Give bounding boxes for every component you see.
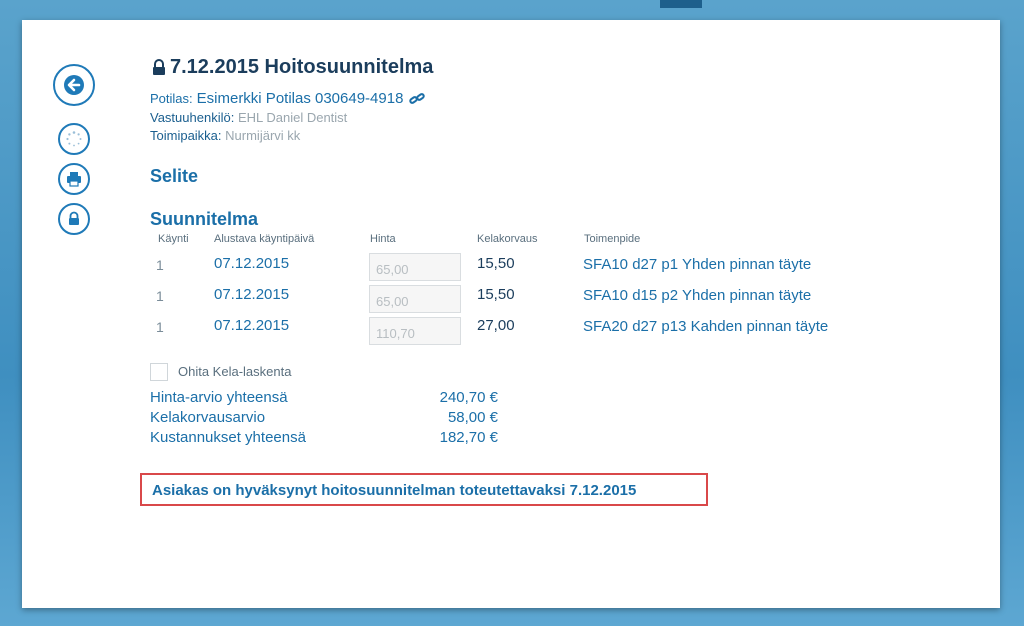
summary-value-kela: 58,00 € xyxy=(447,409,498,426)
print-icon xyxy=(67,172,81,187)
lock-button[interactable] xyxy=(58,203,90,235)
patient-line: Potilas: Esimerkki Potilas 030649-4918 xyxy=(150,90,426,107)
section-selite: Selite xyxy=(150,166,199,186)
responsible-label: Vastuuhenkilö: xyxy=(150,110,235,125)
title-text: 7.12.2015 Hoitosuunnitelma xyxy=(170,56,434,78)
col-header-visit: Käynti xyxy=(158,233,189,245)
skip-kela-checkbox[interactable] xyxy=(150,363,168,381)
section-suunnitelma: Suunnitelma xyxy=(150,209,259,229)
back-button[interactable] xyxy=(53,64,95,106)
col-header-price: Hinta xyxy=(370,233,396,245)
summary-label-total-price: Hinta-arvio yhteensä xyxy=(150,389,288,406)
print-button[interactable] xyxy=(58,163,90,195)
page-title: 7.12.2015 Hoitosuunnitelma xyxy=(152,56,433,79)
location-line: Toimipaikka: Nurmijärvi kk xyxy=(150,128,300,143)
visit-cell: 1 xyxy=(156,257,164,273)
date-cell: 07.12.2015 xyxy=(214,317,290,334)
price-input[interactable]: 110,70 xyxy=(369,317,461,345)
responsible-line: Vastuuhenkilö: EHL Daniel Dentist xyxy=(150,110,347,125)
date-cell: 07.12.2015 xyxy=(214,255,290,272)
col-header-procedure: Toimenpide xyxy=(584,233,641,245)
skip-kela-label: Ohita Kela-laskenta xyxy=(178,364,292,379)
sync-button[interactable] xyxy=(58,123,90,155)
procedure-cell: SFA10 d15 p2 Yhden pinnan täyte xyxy=(583,287,812,304)
sync-icon xyxy=(66,131,82,147)
visit-cell: 1 xyxy=(156,319,164,335)
col-header-kela: Kelakorvaus xyxy=(477,233,538,245)
patient-label: Potilas: xyxy=(150,91,193,106)
summary-value-total-price: 240,70 € xyxy=(439,389,498,406)
approval-status: Asiakas on hyväksynyt hoitosuunnitelman … xyxy=(140,473,708,506)
kela-cell: 15,50 xyxy=(477,286,515,303)
kela-cell: 15,50 xyxy=(477,255,515,272)
top-tab[interactable] xyxy=(660,0,702,8)
summary-label-costs: Kustannukset yhteensä xyxy=(150,429,306,446)
date-cell: 07.12.2015 xyxy=(214,286,290,303)
summary-value-costs: 182,70 € xyxy=(439,429,498,446)
content-panel: 7.12.2015 Hoitosuunnitelma Potilas: Esim… xyxy=(22,20,1000,608)
link-icon[interactable] xyxy=(409,92,426,106)
lock-icon xyxy=(153,59,165,75)
back-arrow-icon xyxy=(64,75,84,95)
price-input[interactable]: 65,00 xyxy=(369,253,461,281)
procedure-cell: SFA10 d27 p1 Yhden pinnan täyte xyxy=(583,256,812,273)
procedure-cell: SFA20 d27 p13 Kahden pinnan täyte xyxy=(583,318,829,335)
lock-icon xyxy=(69,211,79,225)
location-value: Nurmijärvi kk xyxy=(225,128,301,143)
price-input[interactable]: 65,00 xyxy=(369,285,461,313)
summary-label-kela: Kelakorvausarvio xyxy=(150,409,266,426)
patient-link[interactable]: Esimerkki Potilas 030649-4918 xyxy=(197,90,404,107)
responsible-value: EHL Daniel Dentist xyxy=(237,110,348,125)
location-label: Toimipaikka: xyxy=(150,128,222,143)
kela-cell: 27,00 xyxy=(477,317,515,334)
col-header-date: Alustava käyntipäivä xyxy=(214,233,315,245)
visit-cell: 1 xyxy=(156,288,164,304)
